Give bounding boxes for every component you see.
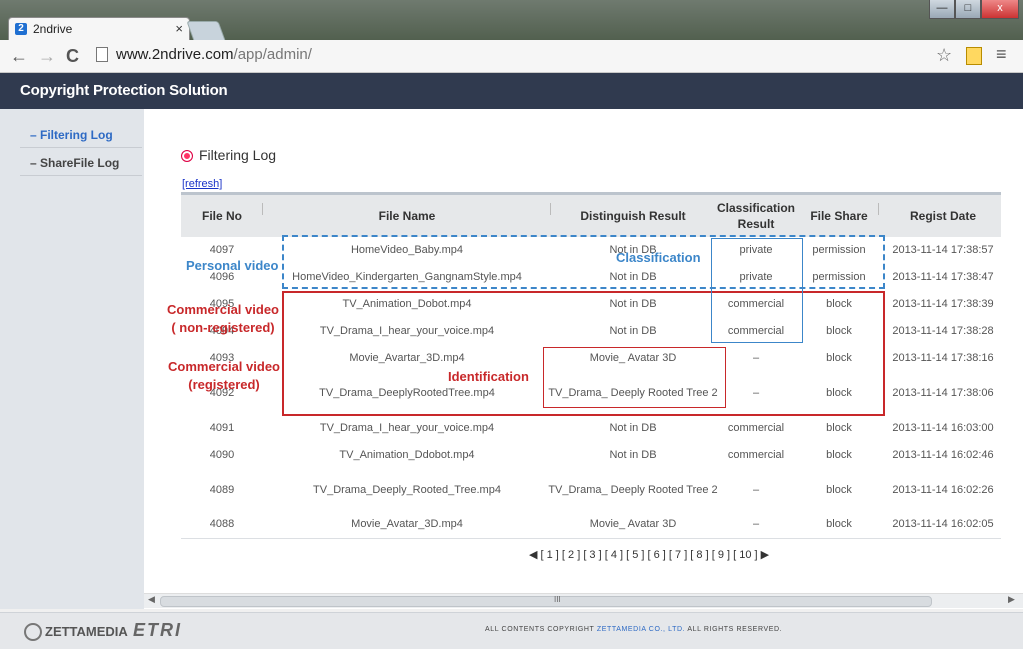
sidebar-item-label: – ShareFile Log (30, 156, 120, 170)
cell-share: block (826, 449, 852, 461)
annotation-personal-video: Personal video (186, 258, 279, 273)
extension-icon[interactable] (966, 47, 982, 65)
scrollbar-thumb[interactable]: III (160, 595, 932, 607)
sidebar-item-sharefile-log[interactable]: – ShareFile Log (20, 149, 142, 176)
column-header: File No (201, 209, 242, 223)
forward-icon[interactable]: → (38, 46, 56, 67)
identification-highlight (543, 347, 726, 408)
cell-share: block (826, 422, 852, 434)
cell-date: 2013-11-14 16:02:46 (892, 449, 994, 461)
cell-date: 2013-11-14 16:02:26 (892, 483, 994, 496)
classification-highlight (711, 238, 803, 343)
tab-title: 2ndrive (33, 22, 73, 36)
cell-date: 2013-11-14 17:38:16 (892, 351, 994, 364)
copyright-prefix: ALL CONTENTS COPYRIGHT (485, 626, 597, 633)
cell-no: 4091 (209, 422, 235, 434)
cell-name: TV_Animation_Ddobot.mp4 (339, 449, 475, 461)
cell-class: – (752, 518, 760, 530)
sidebar-item-filtering-log[interactable]: – Filtering Log (20, 121, 142, 148)
annotation-commercial-registered: Commercial video (registered) (168, 359, 280, 392)
cell-name: Movie_Avatar_3D.mp4 (351, 518, 463, 530)
cell-date: 2013-11-14 16:03:00 (892, 422, 994, 434)
column-header: Distinguish Result (580, 209, 686, 223)
header-divider (262, 203, 263, 215)
column-header: Classification Result (716, 201, 796, 231)
page-icon (96, 47, 108, 62)
refresh-link[interactable]: [refresh] (182, 178, 222, 190)
cell-no: 4088 (209, 518, 235, 530)
cell-date: 2013-11-14 17:38:57 (892, 244, 994, 256)
annotation-commercial-nonregistered: Commercial video ( non-registered) (167, 302, 279, 335)
cell-dist: Movie_ Avatar 3D (589, 518, 677, 530)
bullet-circle-icon (181, 150, 193, 162)
app-header: Copyright Protection Solution (0, 73, 1023, 109)
table-row: 4088 Movie_Avatar_3D.mp4 Movie_ Avatar 3D –… (181, 511, 1001, 539)
cell-dist: TV_Drama_ Deeply Rooted Tree 2 (548, 483, 718, 496)
cell-share: block (826, 483, 852, 496)
scrollbar-grip: III (554, 595, 561, 604)
minimize-button[interactable]: — (929, 0, 955, 19)
cell-no: 4089 (209, 483, 235, 496)
cell-dist: Not in DB (609, 422, 657, 434)
cell-no: 4090 (209, 449, 235, 461)
sidebar-item-label: – Filtering Log (30, 128, 113, 142)
cell-dist: Not in DB (609, 449, 657, 461)
url-host: www.2ndrive.com (116, 46, 234, 63)
cell-class: commercial (727, 422, 785, 434)
annotation-identification: Identification (448, 369, 529, 384)
cell-share: block (826, 518, 852, 530)
pagination[interactable]: ◀ [ 1 ] [ 2 ] [ 3 ] [ 4 ] [ 5 ] [ 6 ] [ … (529, 548, 769, 561)
section-title: Filtering Log (199, 147, 277, 163)
table-header: File No File Name Distinguish Result Cla… (181, 195, 1001, 237)
maximize-button[interactable]: □ (955, 0, 981, 19)
bookmark-star-icon[interactable]: ☆ (936, 45, 952, 66)
favicon-icon: 2 (15, 23, 27, 35)
new-tab-button[interactable] (186, 21, 226, 41)
annotation-classification: Classification (616, 250, 701, 265)
table-row: 4091 TV_Drama_I_hear_your_voice.mp4 Not in… (181, 415, 1001, 443)
table-row: 4090 TV_Animation_Ddobot.mp4 Not in DB comm… (181, 442, 1001, 470)
table-row: 4089 TV_Drama_Deeply_Rooted_Tree.mp4 TV_Dr… (181, 469, 1001, 512)
url-text: www.2ndrive.com/app/admin/ (116, 46, 312, 63)
close-window-button[interactable]: x (981, 0, 1019, 19)
cell-date: 2013-11-14 17:38:39 (892, 298, 994, 310)
column-header: Regist Date (909, 209, 977, 223)
back-icon[interactable]: ← (10, 46, 28, 67)
browser-menu-icon[interactable]: ≡ (996, 44, 1007, 65)
url-input[interactable]: www.2ndrive.com/app/admin/ (92, 44, 992, 66)
header-divider (878, 203, 879, 215)
cell-class: – (752, 483, 760, 496)
copyright-company: ZETTAMEDIA CO., LTD. (596, 626, 686, 633)
cell-name: TV_Drama_Deeply_Rooted_Tree.mp4 (313, 483, 501, 496)
cell-date: 2013-11-14 16:02:05 (892, 518, 994, 530)
cell-name: TV_Drama_I_hear_your_voice.mp4 (319, 422, 495, 434)
zettamedia-logo: ZETTAMEDIA (45, 624, 128, 639)
horizontal-scrollbar[interactable]: ◀ III ▶ (144, 593, 1023, 608)
copyright-suffix: ALL RIGHTS RESERVED. (685, 626, 783, 633)
zettamedia-logo-icon (24, 623, 42, 641)
cell-date: 2013-11-14 17:38:28 (892, 325, 994, 337)
cell-date: 2013-11-14 17:38:47 (892, 271, 994, 283)
cell-class: commercial (727, 449, 785, 461)
url-path: /app/admin/ (233, 46, 312, 63)
etri-logo: ETRI (133, 620, 183, 640)
scroll-left-icon[interactable]: ◀ (148, 594, 155, 605)
sidebar (0, 109, 144, 609)
column-header: File Share (810, 209, 868, 223)
cell-date: 2013-11-14 17:38:06 (892, 386, 994, 399)
copyright-text: ALL CONTENTS COPYRIGHT ZETTAMEDIA CO., L… (485, 626, 782, 633)
address-bar: ← → C www.2ndrive.com/app/admin/ ☆ ≡ (0, 40, 1023, 73)
reload-icon[interactable]: C (66, 46, 79, 67)
scroll-right-icon[interactable]: ▶ (1008, 594, 1015, 605)
browser-tab[interactable]: 2 2ndrive × (8, 17, 190, 42)
tab-close-icon[interactable]: × (175, 21, 183, 36)
column-header: File Name (378, 209, 436, 223)
app-title: Copyright Protection Solution (20, 82, 228, 99)
